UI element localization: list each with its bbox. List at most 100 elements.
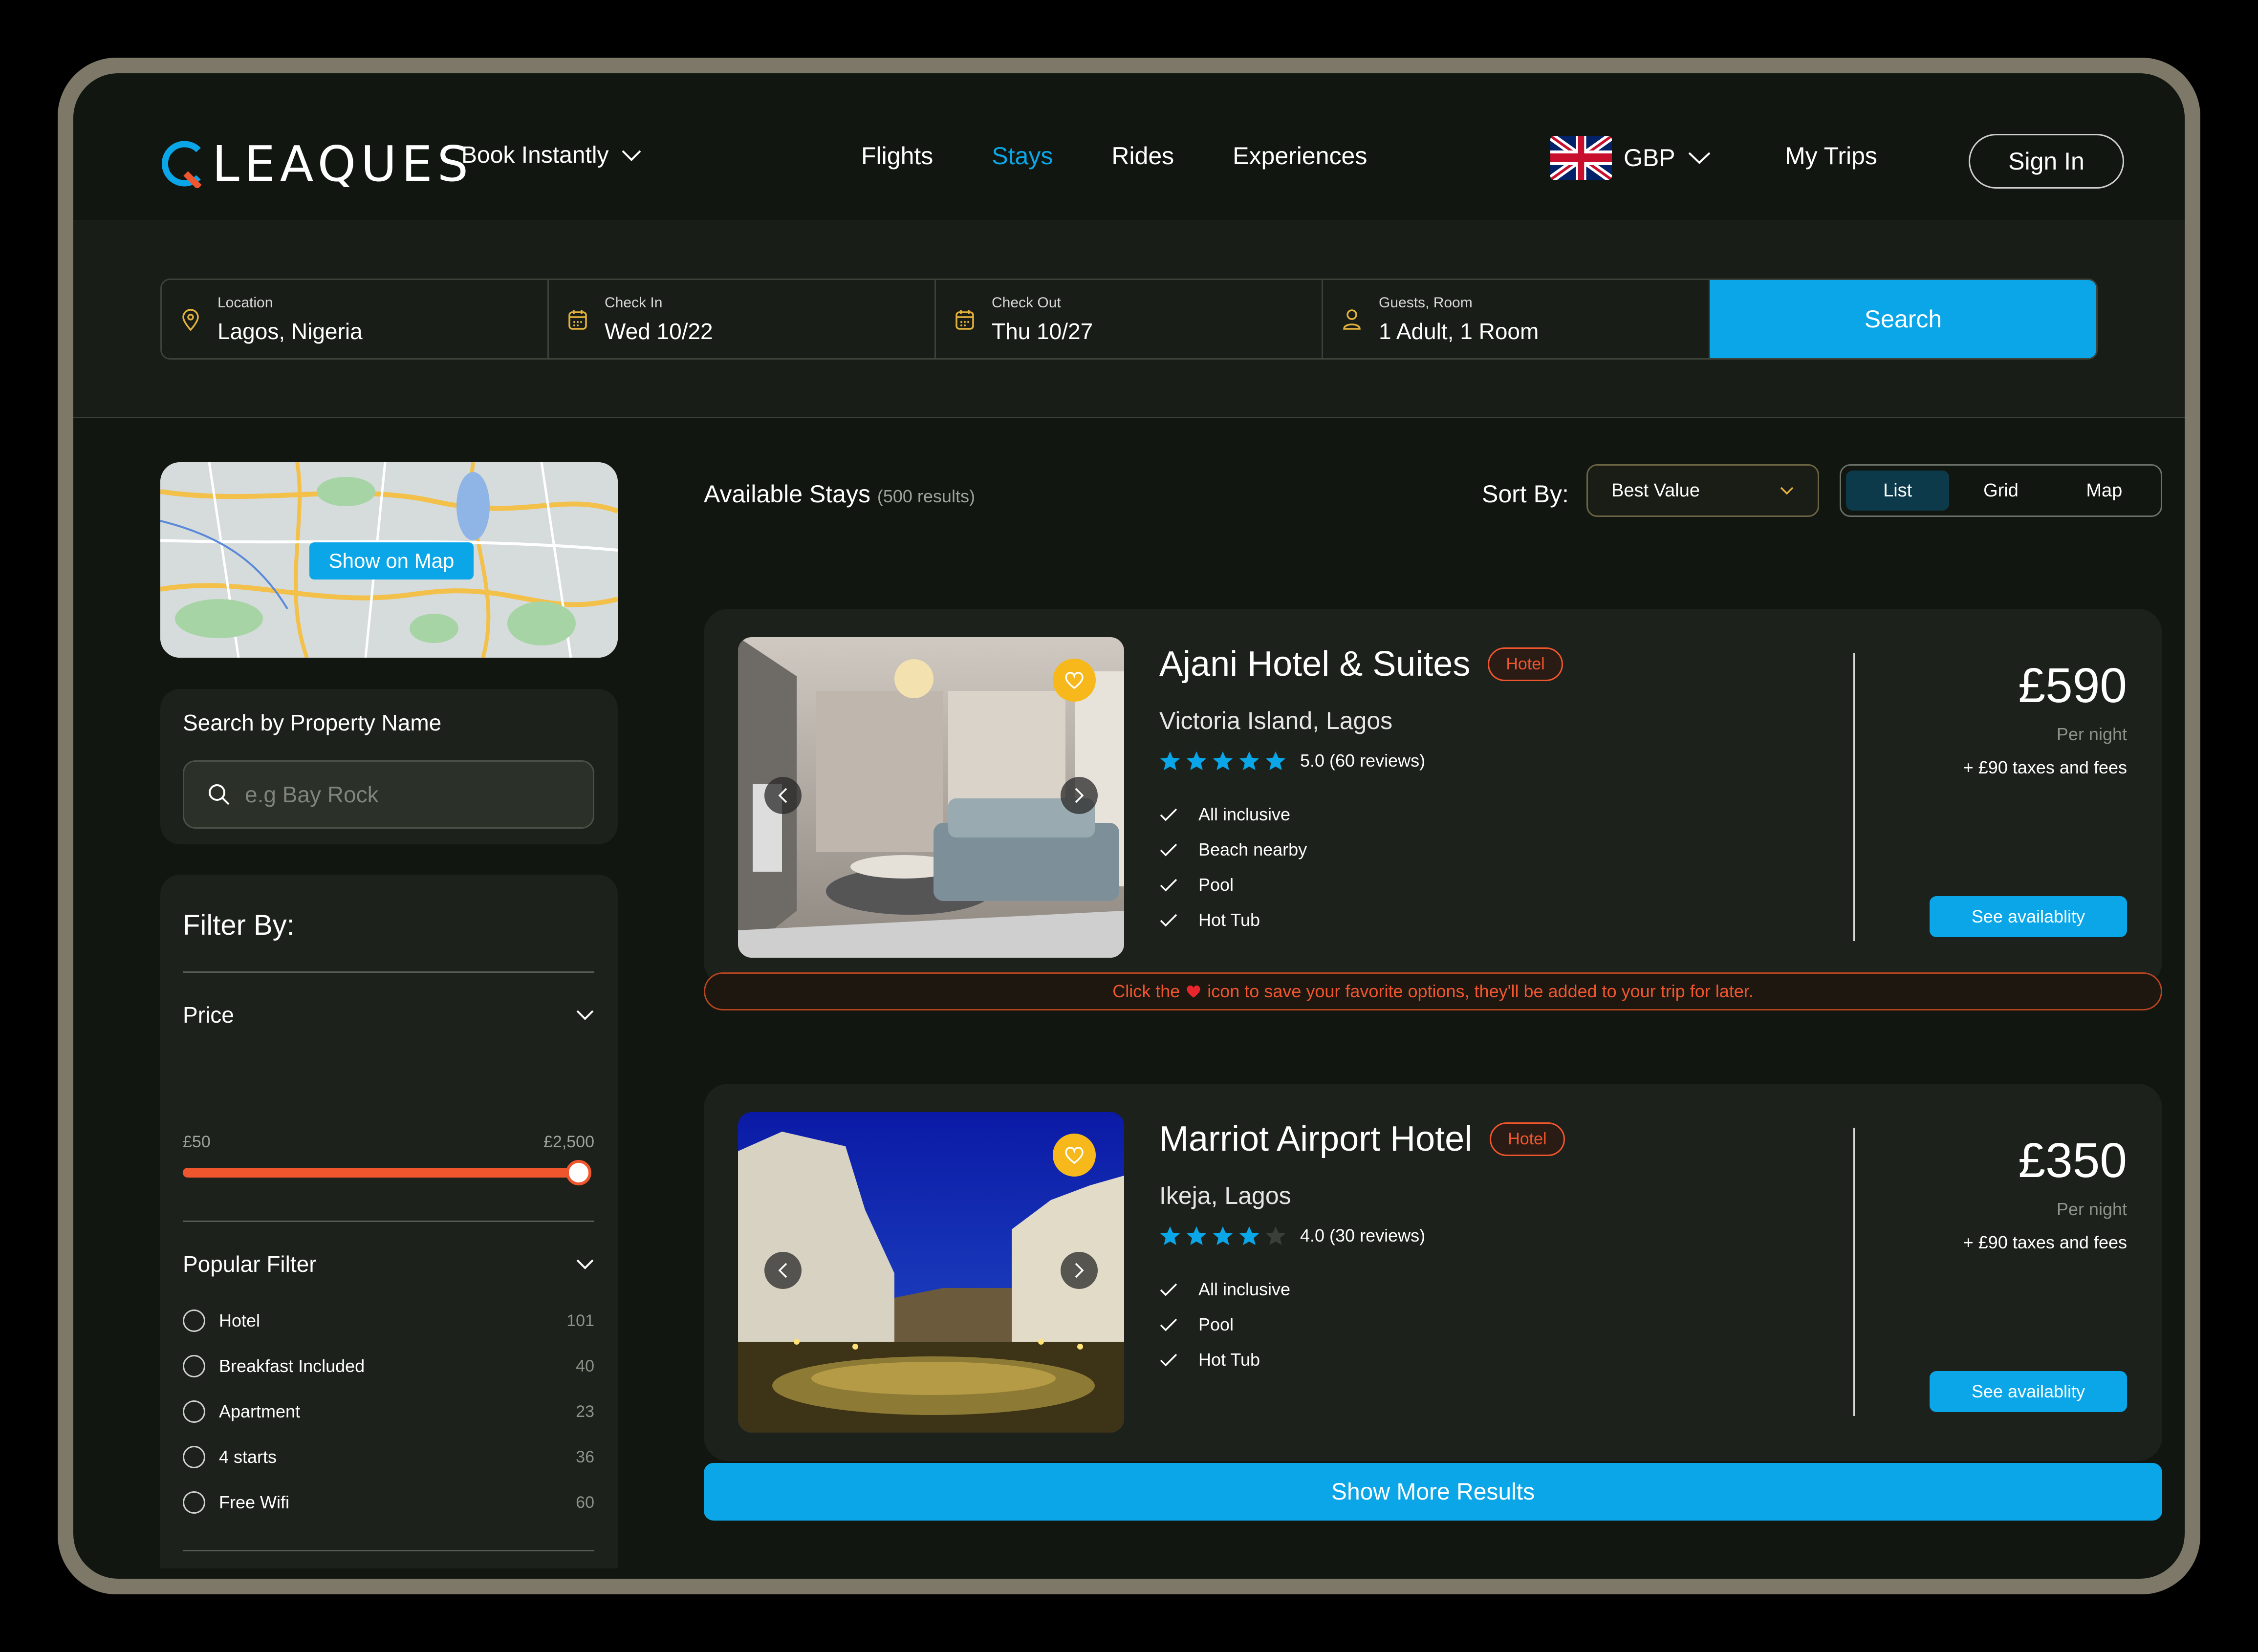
check-in-field[interactable]: Check In Wed 10/22	[549, 280, 936, 358]
book-instantly-dropdown[interactable]: Book Instantly	[461, 142, 642, 169]
filter-option-apartment[interactable]: Apartment 23	[183, 1400, 594, 1423]
next-photo-button[interactable]	[1061, 777, 1098, 814]
hotel-title-row: Marriot Airport Hotel Hotel	[1159, 1119, 1565, 1159]
guests-label: Guests, Room	[1379, 295, 1473, 311]
chevron-right-icon	[1075, 1263, 1084, 1278]
amenity-item: All inclusive	[1159, 1279, 1290, 1300]
location-pin-icon	[182, 309, 199, 331]
rating-text: 5.0 (60 reviews)	[1300, 751, 1426, 771]
radio-button[interactable]	[183, 1446, 205, 1468]
amenity-item: Hot Tub	[1159, 910, 1260, 930]
price-slider-track[interactable]	[183, 1168, 579, 1178]
divider	[1853, 1128, 1855, 1416]
price-filter-header[interactable]: Price	[183, 1002, 594, 1028]
hotel-name[interactable]: Ajani Hotel & Suites	[1159, 644, 1470, 684]
property-search-card: Search by Property Name e.g Bay Rock	[160, 689, 618, 844]
chevron-left-icon	[778, 788, 787, 803]
logo[interactable]: LEAQUES	[160, 135, 473, 193]
favorite-heart-button[interactable]	[1053, 1134, 1096, 1177]
filter-option-breakfast[interactable]: Breakfast Included 40	[183, 1355, 594, 1377]
next-photo-button[interactable]	[1061, 1252, 1098, 1289]
hotel-location: Ikeja, Lagos	[1159, 1182, 1291, 1209]
hotel-rating: 4.0 (30 reviews)	[1159, 1225, 1425, 1246]
radio-button[interactable]	[183, 1355, 205, 1377]
amenity-label: Hot Tub	[1198, 1350, 1260, 1370]
show-on-map-button[interactable]: Show on Map	[309, 542, 474, 579]
amenity-label: All inclusive	[1198, 1279, 1291, 1299]
previous-photo-button[interactable]	[764, 777, 802, 814]
nav-flights[interactable]: Flights	[861, 142, 933, 170]
guests-field[interactable]: Guests, Room 1 Adult, 1 Room	[1323, 280, 1710, 358]
location-field[interactable]: Location Lagos, Nigeria	[162, 280, 549, 358]
hotel-name[interactable]: Marriot Airport Hotel	[1159, 1119, 1472, 1159]
check-icon	[1160, 843, 1177, 857]
check-icon	[1160, 879, 1177, 892]
radio-button[interactable]	[183, 1309, 205, 1332]
filter-option-count: 40	[576, 1356, 594, 1375]
view-list-button[interactable]: List	[1846, 471, 1950, 511]
hotel-card[interactable]: Ajani Hotel & Suites Hotel Victoria Isla…	[704, 609, 2162, 986]
hotel-price: £350	[2018, 1133, 2127, 1188]
check-icon	[1160, 808, 1177, 821]
favorite-heart-button[interactable]	[1053, 659, 1096, 702]
guests-value: 1 Adult, 1 Room	[1379, 319, 1539, 344]
search-button[interactable]: Search	[1710, 280, 2096, 358]
divider	[1853, 653, 1855, 941]
nav-rides[interactable]: Rides	[1111, 142, 1174, 170]
filter-title: Filter By:	[183, 909, 295, 941]
person-icon	[1343, 309, 1361, 330]
property-search-input[interactable]: e.g Bay Rock	[183, 760, 594, 829]
location-label: Location	[217, 295, 273, 311]
tip-text-start: Click the	[1112, 981, 1180, 1001]
amenity-label: Pool	[1198, 1314, 1234, 1334]
sort-select[interactable]: Best Value	[1586, 464, 1819, 517]
see-availability-button[interactable]: See availablity	[1930, 1371, 2127, 1412]
property-search-title: Search by Property Name	[183, 710, 442, 735]
popular-filter-header[interactable]: Popular Filter	[183, 1251, 594, 1277]
logo-mark-icon	[161, 141, 202, 188]
amenity-item: All inclusive	[1159, 804, 1290, 825]
hotel-card[interactable]: Marriot Airport Hotel Hotel Ikeja, Lagos…	[704, 1084, 2162, 1461]
sign-in-button[interactable]: Sign In	[1969, 134, 2124, 189]
see-availability-button[interactable]: See availablity	[1930, 896, 2127, 937]
nav-experiences[interactable]: Experiences	[1233, 142, 1367, 170]
available-stays-title: Available Stays	[704, 480, 870, 508]
hotel-location: Victoria Island, Lagos	[1159, 707, 1393, 734]
previous-photo-button[interactable]	[764, 1252, 802, 1289]
price-slider-handle[interactable]	[566, 1160, 591, 1185]
calendar-icon	[568, 310, 587, 330]
heart-icon	[1065, 672, 1084, 689]
book-instantly-label: Book Instantly	[461, 142, 609, 168]
radio-button[interactable]	[183, 1400, 205, 1423]
property-type-badge: Hotel	[1488, 647, 1563, 681]
check-icon	[1160, 914, 1177, 927]
filter-option-hotel[interactable]: Hotel 101	[183, 1309, 594, 1332]
filter-panel: Filter By: Price £50 £2,500 Popular Filt…	[160, 875, 618, 1568]
amenity-label: Beach nearby	[1198, 839, 1307, 859]
rating-text: 4.0 (30 reviews)	[1300, 1225, 1426, 1245]
star-icon	[1239, 1226, 1259, 1245]
my-trips-link[interactable]: My Trips	[1785, 142, 1877, 170]
hotel-photo	[738, 637, 1124, 958]
filter-option-count: 60	[576, 1493, 594, 1512]
currency-selector[interactable]: GBP	[1550, 136, 1712, 180]
filter-option-4-stars[interactable]: 4 starts 36	[183, 1446, 594, 1468]
show-more-results-button[interactable]: Show More Results	[704, 1463, 2162, 1521]
star-icon	[1213, 1226, 1233, 1245]
filter-option-free-wifi[interactable]: Free Wifi 60	[183, 1491, 594, 1514]
price-range-labels: £50 £2,500	[183, 1133, 594, 1152]
divider	[183, 1221, 594, 1222]
radio-button[interactable]	[183, 1491, 205, 1514]
amenity-item: Pool	[1159, 1314, 1234, 1335]
nav-stays[interactable]: Stays	[992, 142, 1053, 170]
available-stays-heading: Available Stays (500 results)	[704, 480, 975, 508]
view-grid-button[interactable]: Grid	[1949, 471, 2052, 511]
search-icon	[209, 784, 230, 805]
view-map-button[interactable]: Map	[2053, 471, 2156, 511]
check-in-value: Wed 10/22	[605, 319, 713, 344]
star-icon	[1213, 751, 1233, 771]
hotel-price: £590	[2018, 658, 2127, 713]
map-preview[interactable]: Show on Map	[160, 462, 618, 658]
check-out-field[interactable]: Check Out Thu 10/27	[936, 280, 1323, 358]
star-icon	[1239, 751, 1259, 771]
